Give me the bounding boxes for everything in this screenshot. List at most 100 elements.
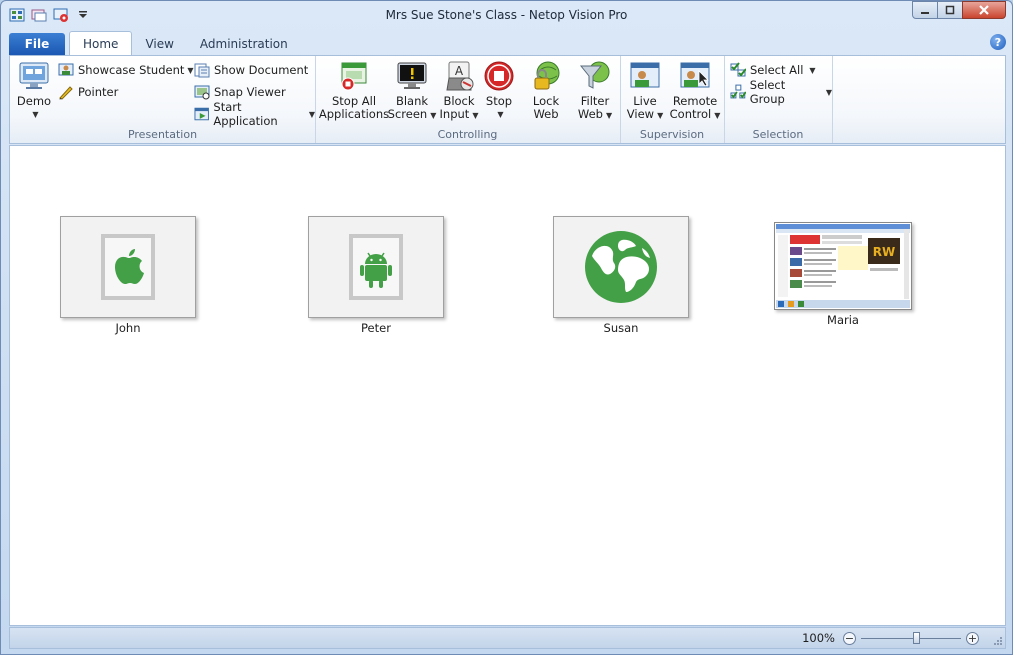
select-group-label: Select Group xyxy=(749,78,786,106)
lock-web-button[interactable]: Lock Web xyxy=(529,60,563,121)
group-label-presentation: Presentation xyxy=(127,128,198,141)
remote-control-button[interactable]: Remote Control ▼ xyxy=(670,60,720,122)
show-document-button[interactable]: Show Document xyxy=(194,60,308,80)
ribbon: Demo ▼ Showcase Student ▼ Pointer Show D… xyxy=(9,55,1006,144)
chevron-down-icon: ▼ xyxy=(187,65,194,75)
snap-viewer-icon xyxy=(194,85,210,100)
tab-home[interactable]: Home xyxy=(69,31,133,55)
tab-administration[interactable]: Administration xyxy=(187,33,301,55)
tab-file[interactable]: File xyxy=(9,33,65,55)
snap-viewer-button[interactable]: Snap Viewer xyxy=(194,82,286,102)
blank-screen-icon xyxy=(397,62,427,89)
select-all-icon xyxy=(730,62,746,77)
title-bar: Mrs Sue Stone's Class - Netop Vision Pro xyxy=(1,1,1012,31)
tab-view[interactable]: View xyxy=(132,33,186,55)
student-tile-susan[interactable]: Susan xyxy=(553,216,689,335)
chevron-down-icon: ▼ xyxy=(497,110,504,119)
demo-icon xyxy=(19,62,49,89)
help-icon[interactable]: ? xyxy=(990,34,1006,50)
close-button[interactable] xyxy=(962,1,1006,19)
blank-screen-button[interactable]: Blank Screen ▼ xyxy=(388,60,437,122)
screen-thumbnail[interactable]: RW xyxy=(774,222,912,310)
remote-control-icon xyxy=(680,62,710,88)
pointer-button[interactable]: Pointer xyxy=(58,82,118,102)
lock-web-label-2: Web xyxy=(533,107,559,121)
start-application-icon xyxy=(194,107,209,121)
stop-all-label-2: Applications xyxy=(318,107,390,121)
stop-all-applications-icon xyxy=(341,62,367,91)
zoom-out-button[interactable]: − xyxy=(843,631,856,645)
block-input-text: Input xyxy=(439,107,470,121)
demo-button[interactable]: Demo ▼ xyxy=(16,60,52,121)
zoom-in-button[interactable]: + xyxy=(966,631,979,645)
select-all-button[interactable]: Select All ▼ xyxy=(730,60,816,80)
group-label-controlling: Controlling xyxy=(437,128,498,141)
group-selection: Select All ▼ Select Group ▼ Selection xyxy=(724,56,833,143)
live-view-text: View xyxy=(626,107,655,121)
pointer-label: Pointer xyxy=(78,85,119,99)
filter-web-button[interactable]: Filter Web ▼ xyxy=(577,60,613,122)
start-application-label: Start Application xyxy=(213,100,278,128)
demo-label: Demo xyxy=(16,94,52,108)
show-document-label: Show Document xyxy=(214,63,309,77)
live-view-button[interactable]: Live View ▼ xyxy=(626,60,664,122)
select-group-button[interactable]: Select Group ▼ xyxy=(730,78,832,106)
android-icon xyxy=(349,234,403,300)
filter-web-icon xyxy=(579,61,610,89)
student-name: Maria xyxy=(827,313,859,327)
browser-screenshot-thumbnail: RW xyxy=(776,224,910,308)
student-name: John xyxy=(115,321,141,335)
globe-icon xyxy=(585,231,657,303)
chevron-down-icon: ▼ xyxy=(825,87,832,97)
student-thumbnail[interactable] xyxy=(308,216,444,318)
minimize-button[interactable] xyxy=(912,1,938,19)
select-all-label: Select All xyxy=(750,63,804,77)
student-tile-maria[interactable]: RW Maria xyxy=(774,222,912,327)
status-bar: 100% − + xyxy=(9,627,1006,649)
zoom-control: 100% − + xyxy=(802,631,979,645)
maximize-button[interactable] xyxy=(937,1,963,19)
chevron-down-icon: ▼ xyxy=(430,111,437,120)
student-thumbnail[interactable] xyxy=(60,216,196,318)
group-label-selection: Selection xyxy=(752,128,804,141)
student-name: Peter xyxy=(361,321,391,335)
live-view-icon xyxy=(630,62,660,88)
chevron-down-icon: ▼ xyxy=(472,111,479,120)
chevron-down-icon: ▼ xyxy=(605,111,613,120)
chevron-down-icon: ▼ xyxy=(809,65,816,75)
showcase-student-label: Showcase Student xyxy=(78,63,185,77)
svg-text:RW: RW xyxy=(873,245,895,259)
remote-control-label-2: Control ▼ xyxy=(670,108,721,122)
block-input-button[interactable]: A Block Input ▼ xyxy=(437,60,481,122)
stop-button[interactable]: Stop ▼ xyxy=(483,60,515,121)
showcase-student-icon xyxy=(58,63,74,76)
stop-all-applications-button[interactable]: Stop All Applications xyxy=(318,60,390,121)
student-grid: John Peter Susan RW Maria xyxy=(9,145,1006,626)
zoom-level: 100% xyxy=(802,631,835,645)
student-thumbnail[interactable] xyxy=(553,216,689,318)
stop-label: Stop xyxy=(485,94,513,108)
blank-screen-label-2: Screen ▼ xyxy=(388,108,437,122)
resize-grip-icon[interactable] xyxy=(993,636,1003,646)
remote-control-text: Control xyxy=(669,107,712,121)
student-tile-peter[interactable]: Peter xyxy=(308,216,444,335)
student-name: Susan xyxy=(603,321,639,335)
block-input-icon: A xyxy=(446,61,474,91)
showcase-student-button[interactable]: Showcase Student ▼ xyxy=(58,60,194,80)
group-supervision: Live View ▼ Remote Control ▼ Supervision xyxy=(620,56,725,143)
start-application-button[interactable]: Start Application ▼ xyxy=(194,100,315,128)
block-input-label-2: Input ▼ xyxy=(440,108,479,122)
select-group-icon xyxy=(730,84,746,99)
chevron-down-icon: ▼ xyxy=(32,110,39,119)
group-controlling: Stop All Applications Blank Screen ▼ A Bl… xyxy=(315,56,621,143)
live-view-label-2: View ▼ xyxy=(627,108,663,122)
blank-screen-text: Screen xyxy=(387,107,428,121)
window-title: Mrs Sue Stone's Class - Netop Vision Pro xyxy=(385,8,628,22)
zoom-slider-handle[interactable] xyxy=(913,631,920,644)
student-tile-john[interactable]: John xyxy=(60,216,196,335)
filter-web-label-2: Web ▼ xyxy=(578,108,612,122)
zoom-slider[interactable] xyxy=(861,631,961,644)
snap-viewer-label: Snap Viewer xyxy=(214,85,286,99)
lock-web-icon xyxy=(534,61,560,90)
chevron-down-icon: ▼ xyxy=(714,111,721,120)
